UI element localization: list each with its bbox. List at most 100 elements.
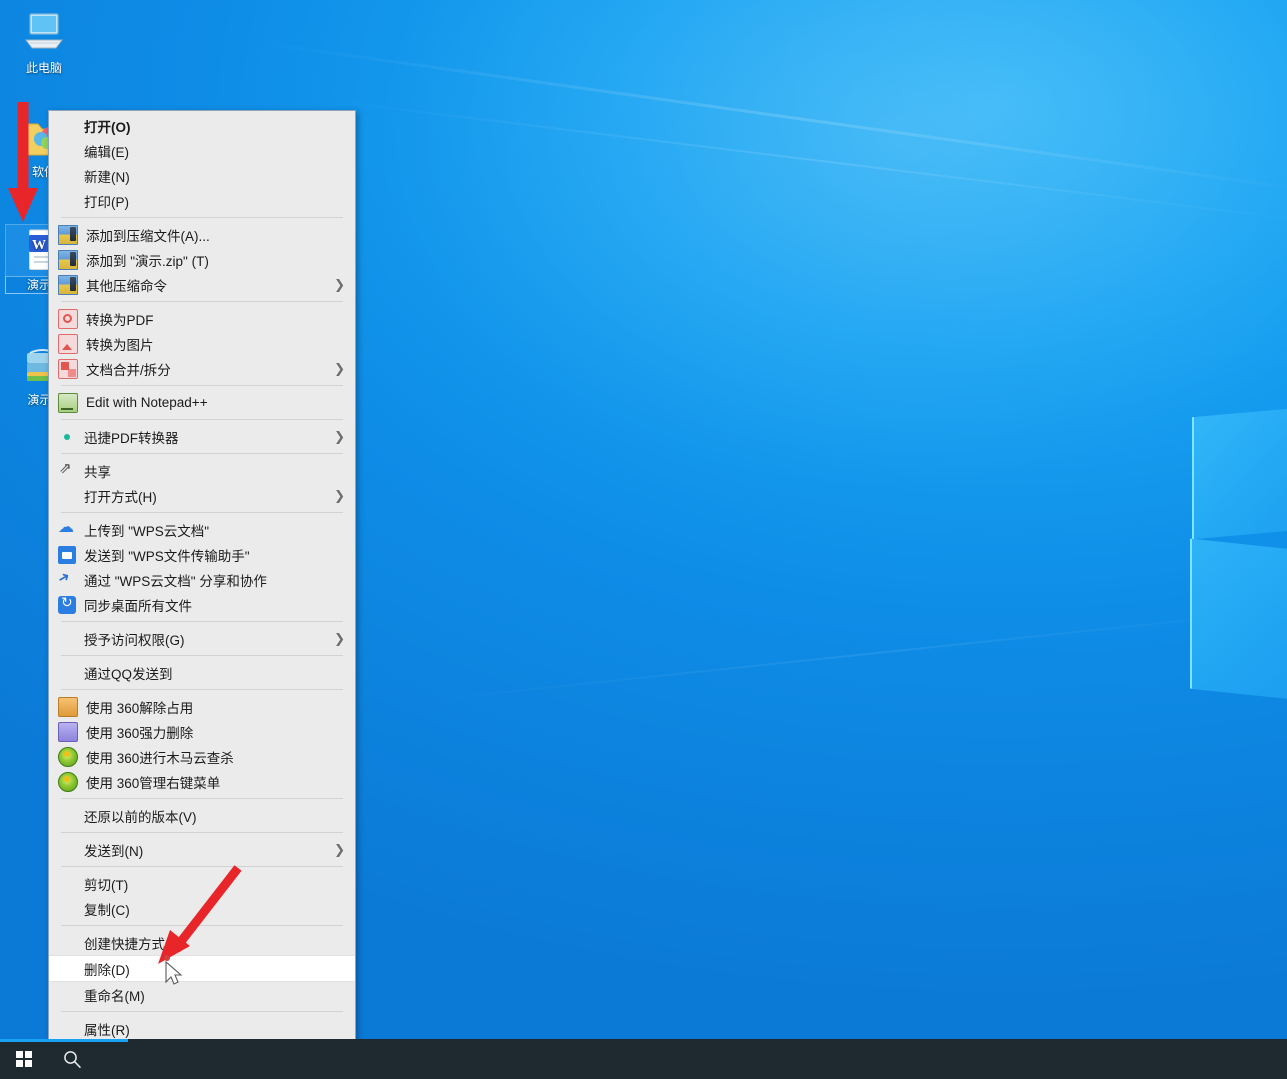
- wallpaper-streak: [419, 605, 1287, 702]
- menu-item[interactable]: 同步桌面所有文件: [49, 592, 355, 617]
- menu-item[interactable]: 通过QQ发送到: [49, 660, 355, 685]
- chevron-right-icon: ❯: [334, 429, 345, 444]
- menu-item[interactable]: 文档合并/拆分 ❯: [49, 356, 355, 381]
- menu-item-label: 添加到 "演示.zip" (T): [86, 253, 209, 269]
- menu-item[interactable]: 发送到(N) ❯: [49, 837, 355, 862]
- svg-text:W: W: [32, 238, 46, 253]
- menu-item[interactable]: Edit with Notepad++: [49, 390, 355, 415]
- menu-item-label: 迅捷PDF转换器: [84, 430, 179, 446]
- menu-item[interactable]: 上传到 "WPS云文档": [49, 517, 355, 542]
- menu-item[interactable]: 共享: [49, 458, 355, 483]
- chevron-right-icon: ❯: [334, 631, 345, 646]
- search-button[interactable]: [48, 1039, 96, 1079]
- winrar-icon: [58, 249, 78, 270]
- menu-item[interactable]: 通过 "WPS云文档" 分享和协作: [49, 567, 355, 592]
- menu-item-label: 打印(P): [84, 194, 129, 210]
- chevron-right-icon: ❯: [334, 488, 345, 503]
- menu-item-icon-placeholder: [58, 807, 76, 825]
- menu-item-label: 剪切(T): [84, 877, 129, 893]
- windows-start-icon: [16, 1051, 32, 1067]
- menu-item[interactable]: 还原以前的版本(V): [49, 803, 355, 828]
- menu-item[interactable]: 复制(C): [49, 896, 355, 921]
- menu-item-label: Edit with Notepad++: [86, 395, 208, 410]
- menu-item[interactable]: 转换为图片: [49, 331, 355, 356]
- desktop-icon-this-pc[interactable]: 此电脑: [6, 8, 82, 76]
- menu-item-icon-placeholder: [58, 1020, 76, 1038]
- chevron-right-icon: ❯: [334, 277, 345, 292]
- menu-separator: [61, 217, 343, 218]
- wps-folder-icon: [58, 545, 76, 564]
- menu-item-label: 通过 "WPS云文档" 分享和协作: [84, 573, 267, 589]
- wallpaper-streak: [249, 40, 1287, 197]
- menu-separator: [61, 419, 343, 420]
- menu-item-label: 使用 360解除占用: [86, 700, 194, 716]
- menu-item-label: 删除(D): [84, 962, 130, 978]
- menu-item[interactable]: 添加到 "演示.zip" (T): [49, 247, 355, 272]
- notepadpp-icon: [58, 392, 78, 413]
- menu-item-icon-placeholder: [58, 192, 76, 210]
- menu-separator: [61, 798, 343, 799]
- pdf-split-icon: [58, 358, 78, 379]
- menu-item[interactable]: 授予访问权限(G) ❯: [49, 626, 355, 651]
- menu-item-label: 复制(C): [84, 902, 130, 918]
- menu-item[interactable]: 打印(P): [49, 188, 355, 213]
- menu-separator: [61, 301, 343, 302]
- 360-shred-icon: [58, 721, 78, 742]
- menu-item-label: 新建(N): [84, 169, 130, 185]
- pdf-image-icon: [58, 333, 78, 354]
- menu-item[interactable]: 其他压缩命令 ❯: [49, 272, 355, 297]
- wps-share-icon: [58, 571, 76, 589]
- menu-item-icon-placeholder: [58, 630, 76, 648]
- menu-item-icon-placeholder: [58, 986, 76, 1004]
- menu-item-label: 添加到压缩文件(A)...: [86, 228, 210, 244]
- desktop-icon-label: 此电脑: [25, 61, 62, 75]
- winrar-icon: [58, 224, 78, 245]
- menu-item[interactable]: 转换为PDF: [49, 306, 355, 331]
- menu-item[interactable]: 重命名(M): [49, 982, 355, 1007]
- menu-item-label: 授予访问权限(G): [84, 632, 185, 648]
- cloud-upload-icon: [58, 517, 76, 539]
- menu-item-label: 转换为PDF: [86, 312, 154, 328]
- menu-item[interactable]: 迅捷PDF转换器 ❯: [49, 424, 355, 449]
- menu-item[interactable]: 打开(O): [49, 113, 355, 138]
- menu-item[interactable]: 编辑(E): [49, 138, 355, 163]
- windows-logo-pane-bottom: [1190, 538, 1287, 702]
- menu-item[interactable]: 属性(R): [49, 1016, 355, 1041]
- taskbar-accent-line: [0, 1039, 128, 1042]
- menu-item[interactable]: 打开方式(H) ❯: [49, 483, 355, 508]
- share-icon: [58, 459, 76, 480]
- winrar-icon: [58, 274, 78, 295]
- menu-separator: [61, 621, 343, 622]
- menu-item-label: 重命名(M): [84, 988, 145, 1004]
- menu-item[interactable]: 发送到 "WPS文件传输助手": [49, 542, 355, 567]
- chevron-right-icon: ❯: [334, 842, 345, 857]
- menu-item[interactable]: 创建快捷方式(S): [49, 930, 355, 955]
- menu-item-icon-placeholder: [58, 934, 76, 952]
- menu-separator: [61, 925, 343, 926]
- chevron-right-icon: ❯: [334, 361, 345, 376]
- taskbar[interactable]: [0, 1039, 1287, 1079]
- menu-item-label: 使用 360强力删除: [86, 725, 194, 741]
- menu-item[interactable]: 添加到压缩文件(A)...: [49, 222, 355, 247]
- menu-item-icon-placeholder: [58, 960, 76, 978]
- menu-item[interactable]: 使用 360进行木马云查杀: [49, 744, 355, 769]
- menu-item[interactable]: 剪切(T): [49, 871, 355, 896]
- menu-item[interactable]: 使用 360强力删除: [49, 719, 355, 744]
- 360-shield-icon: [58, 771, 78, 792]
- start-button[interactable]: [0, 1039, 48, 1079]
- wps-sync-icon: [58, 594, 76, 614]
- menu-item-label: 打开(O): [84, 119, 131, 135]
- menu-item-label: 创建快捷方式(S): [84, 936, 183, 952]
- menu-separator: [61, 512, 343, 513]
- menu-item[interactable]: 新建(N): [49, 163, 355, 188]
- pdf-convert-icon: [58, 308, 78, 329]
- menu-item[interactable]: 使用 360管理右键菜单: [49, 769, 355, 794]
- 360-unlock-icon: [58, 696, 78, 717]
- file-context-menu[interactable]: 打开(O) 编辑(E) 新建(N) 打印(P) 添加到压缩文件(A)... 添加到 "演示…: [48, 110, 356, 1045]
- menu-item-icon-placeholder: [58, 841, 76, 859]
- menu-separator: [61, 385, 343, 386]
- menu-item-icon-placeholder: [58, 487, 76, 505]
- menu-item[interactable]: 删除(D): [49, 955, 355, 982]
- 360-shield-icon: [58, 746, 78, 767]
- menu-item[interactable]: 使用 360解除占用: [49, 694, 355, 719]
